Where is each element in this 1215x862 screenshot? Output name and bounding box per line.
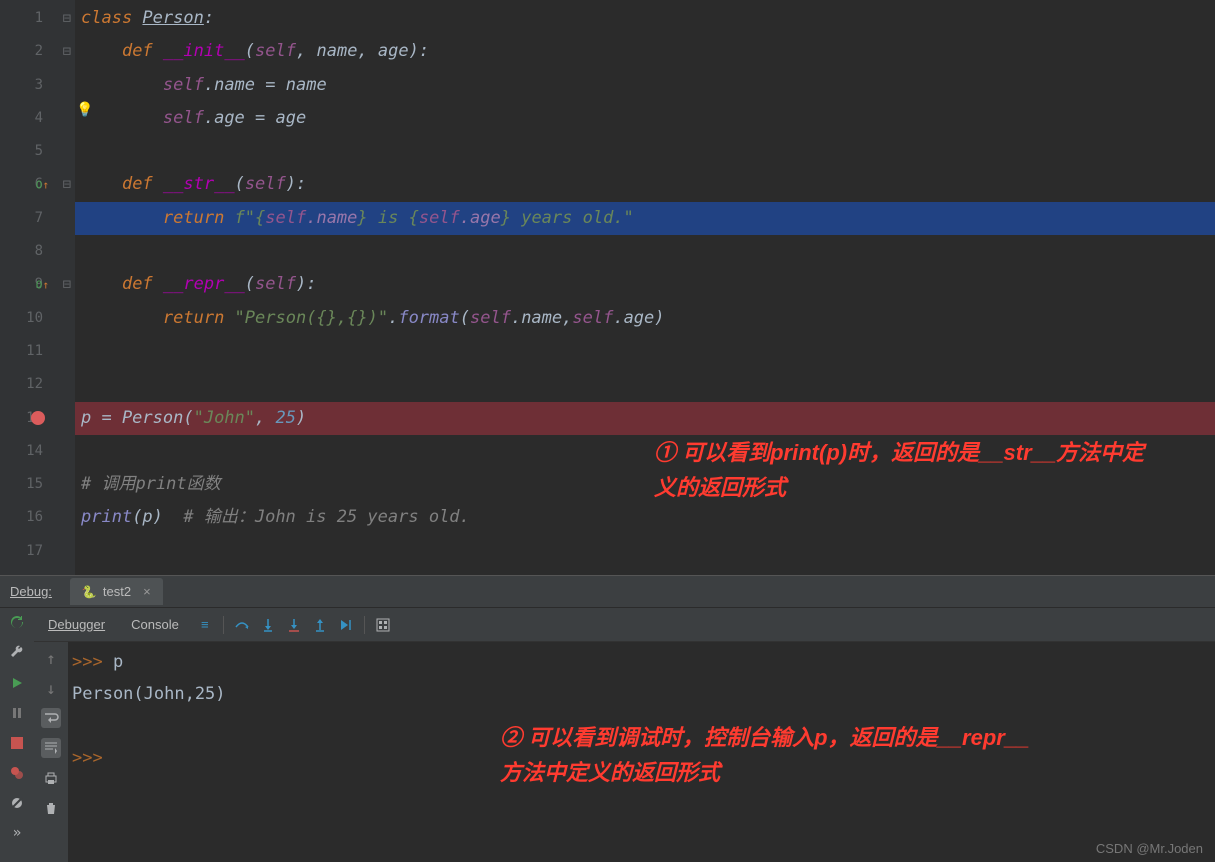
- console-line-1[interactable]: >>> p: [72, 646, 1211, 678]
- code-line-7[interactable]: return f"{self.name} is {self.age} years…: [75, 202, 1215, 235]
- breakpoint-icon[interactable]: [31, 411, 45, 425]
- run-to-cursor-icon[interactable]: [338, 617, 354, 633]
- code-line-11[interactable]: [75, 335, 1215, 368]
- line-number-4[interactable]: 4: [0, 102, 75, 135]
- console-line-2: Person(John,25): [72, 678, 1211, 710]
- debug-toolbar: Debugger Console ≡: [34, 608, 1215, 642]
- watermark: CSDN @Mr.Joden: [1096, 841, 1203, 856]
- line-number-1[interactable]: 1⊟: [0, 2, 75, 35]
- code-line-12[interactable]: [75, 368, 1215, 401]
- more-icon[interactable]: »: [8, 824, 26, 842]
- code-line-17[interactable]: [75, 535, 1215, 568]
- line-number-17[interactable]: 17: [0, 535, 75, 568]
- resume-icon[interactable]: [8, 674, 26, 692]
- line-number-11[interactable]: 11: [0, 335, 75, 368]
- code-line-4[interactable]: self.age = age: [75, 102, 1215, 135]
- pause-icon[interactable]: [8, 704, 26, 722]
- debug-header: Debug: 🐍 test2 ×: [0, 576, 1215, 608]
- code-line-10[interactable]: return "Person({},{})".format(self.name,…: [75, 302, 1215, 335]
- line-number-2[interactable]: 2⊟: [0, 35, 75, 68]
- code-line-1[interactable]: class Person:: [75, 2, 1215, 35]
- up-history-icon[interactable]: ↑: [41, 648, 61, 668]
- step-over-icon[interactable]: [234, 617, 250, 633]
- code-line-2[interactable]: def __init__(self, name, age):: [75, 35, 1215, 68]
- step-into-icon[interactable]: [260, 617, 276, 633]
- annotation-1: ① 可以看到print(p)时，返回的是__str__方法中定义的返回形式: [654, 435, 1149, 505]
- view-breakpoints-icon[interactable]: [8, 764, 26, 782]
- debugger-tab[interactable]: Debugger: [40, 613, 113, 636]
- line-number-14[interactable]: 14: [0, 435, 75, 468]
- code-line-5[interactable]: [75, 135, 1215, 168]
- print-icon[interactable]: [41, 768, 61, 788]
- code-line-13[interactable]: p = Person("John", 25): [75, 402, 1215, 435]
- debug-panel: Debug: 🐍 test2 × » Debugger Console ≡: [0, 575, 1215, 862]
- soft-wrap-icon[interactable]: [41, 708, 61, 728]
- code-line-8[interactable]: [75, 235, 1215, 268]
- close-tab-icon[interactable]: ×: [143, 584, 151, 599]
- scroll-to-end-icon[interactable]: [41, 738, 61, 758]
- line-number-9[interactable]: 9O↑⊟: [0, 268, 75, 301]
- stop-icon[interactable]: [8, 734, 26, 752]
- annotation-2: ② 可以看到调试时，控制台输入p，返回的是__repr__方法中定义的返回形式: [500, 720, 1030, 790]
- console-toolbar: ↑ ↓: [34, 642, 68, 862]
- line-number-5[interactable]: 5: [0, 135, 75, 168]
- debug-left-toolbar: »: [0, 608, 34, 862]
- override-icon[interactable]: O↑: [36, 268, 49, 301]
- python-icon: 🐍: [82, 585, 97, 599]
- line-number-16[interactable]: 16: [0, 501, 75, 534]
- line-number-10[interactable]: 10: [0, 302, 75, 335]
- code-line-3[interactable]: self.name = name: [75, 69, 1215, 102]
- down-history-icon[interactable]: ↓: [41, 678, 61, 698]
- override-icon[interactable]: O↑: [36, 168, 49, 201]
- line-number-12[interactable]: 12: [0, 368, 75, 401]
- debug-tab[interactable]: 🐍 test2 ×: [70, 578, 163, 605]
- gutter: 1⊟ 2⊟ 3 4 5 6O↑⊟ 7 8 9O↑⊟ 10 11 12 13 14…: [0, 0, 75, 575]
- console-tab[interactable]: Console: [123, 613, 187, 636]
- mute-breakpoints-icon[interactable]: [8, 794, 26, 812]
- line-number-6[interactable]: 6O↑⊟: [0, 168, 75, 201]
- debug-label: Debug:: [10, 584, 52, 599]
- threads-icon[interactable]: ≡: [197, 617, 213, 633]
- line-number-15[interactable]: 15: [0, 468, 75, 501]
- line-number-8[interactable]: 8: [0, 235, 75, 268]
- code-line-9[interactable]: def __repr__(self):: [75, 268, 1215, 301]
- debug-tab-label: test2: [103, 584, 131, 599]
- line-number-13[interactable]: 13: [0, 402, 75, 435]
- clear-icon[interactable]: [41, 798, 61, 818]
- step-into-my-code-icon[interactable]: [286, 617, 302, 633]
- line-number-7[interactable]: 7: [0, 202, 75, 235]
- code-line-6[interactable]: def __str__(self):: [75, 168, 1215, 201]
- step-out-icon[interactable]: [312, 617, 328, 633]
- code-line-16[interactable]: print(p) # 输出：John is 25 years old.: [75, 501, 1215, 534]
- evaluate-icon[interactable]: [375, 617, 391, 633]
- line-number-3[interactable]: 3: [0, 69, 75, 102]
- rerun-icon[interactable]: [8, 614, 26, 632]
- wrench-icon[interactable]: [8, 644, 26, 662]
